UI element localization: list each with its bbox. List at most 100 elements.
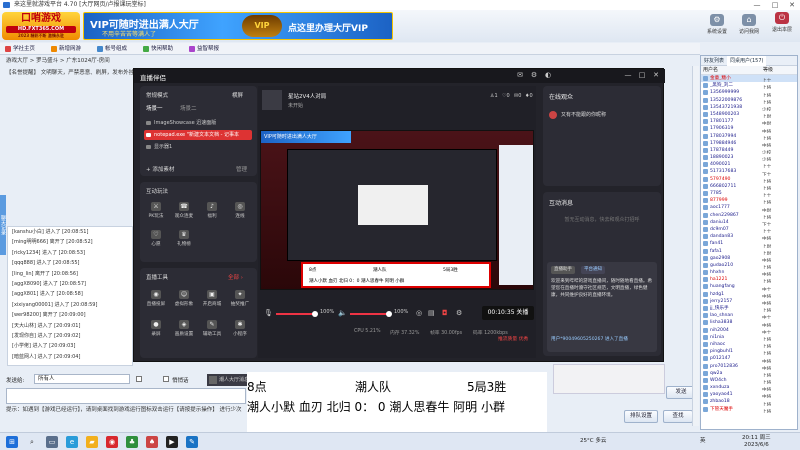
- landscape-toggle[interactable]: 横屏: [232, 91, 243, 99]
- user-row[interactable]: 5797490上将: [701, 176, 797, 183]
- user-row[interactable]: dc9m07上士: [701, 226, 797, 233]
- user-row[interactable]: pingbuhl1上将: [701, 348, 797, 355]
- settings-icon[interactable]: ⚙: [530, 71, 538, 80]
- stream-maximize-button[interactable]: □: [638, 71, 646, 80]
- user-row[interactable]: 179884946中将: [701, 140, 797, 147]
- user-row[interactable]: gao2908中将: [701, 255, 797, 262]
- task-view-icon[interactable]: ▭: [46, 436, 58, 448]
- user-row[interactable]: 7785上士: [701, 190, 797, 197]
- chat-message-input[interactable]: [6, 388, 246, 404]
- user-row[interactable]: 17906319中将: [701, 125, 797, 133]
- user-row[interactable]: hzdg1中将: [701, 291, 797, 298]
- user-row[interactable]: 金童_糖小上士: [701, 75, 797, 83]
- user-row[interactable]: huangfang中士: [701, 283, 797, 291]
- user-row[interactable]: nihaoc上将: [701, 341, 797, 348]
- tab-friends[interactable]: 好友列表: [701, 56, 727, 66]
- avatar-button[interactable]: ☺ 虚拟形象: [172, 290, 196, 312]
- user-row[interactable]: ha1221上将: [701, 276, 797, 283]
- app-icon[interactable]: ◉: [106, 436, 118, 448]
- user-row[interactable]: 1356999999上将: [701, 89, 797, 97]
- chat-checkbox-1[interactable]: [136, 376, 142, 382]
- source-item-display[interactable]: 显示器1: [144, 142, 252, 152]
- pk-button[interactable]: ⚔ PK玩法: [144, 202, 168, 224]
- edge-icon[interactable]: e: [66, 436, 78, 448]
- record-icon[interactable]: ◘: [442, 309, 448, 317]
- close-button[interactable]: ✕: [783, 0, 800, 10]
- search-button[interactable]: 查找: [663, 410, 693, 423]
- user-row[interactable]: 4090021上士: [701, 161, 797, 168]
- stream-preview[interactable]: VIP可随时进出满人大厅 8点 潮人队 5局3胜 潮人小默 血刃 北归 0：0 …: [260, 130, 534, 290]
- visit-site-button[interactable]: ⌂ 访问我网: [734, 14, 764, 40]
- stream-cover[interactable]: [262, 90, 282, 110]
- user-row[interactable]: jerry2157中将: [701, 298, 797, 305]
- vip-ad-banner[interactable]: VIP可随时进出满人大厅 不用辛苦苦等满人了 VIP 点这里办理大厅VIP: [83, 12, 393, 40]
- mail-icon[interactable]: ✉: [516, 71, 524, 80]
- stream-name[interactable]: 星站2V4人对局: [288, 92, 326, 100]
- clock-time[interactable]: 20:11 周三: [742, 435, 771, 442]
- manage-button[interactable]: 管理: [236, 165, 247, 173]
- user-row[interactable]: ni1nia上将: [701, 334, 797, 341]
- mini-program-button[interactable]: ✱ 小程序: [228, 320, 252, 342]
- user-row[interactable]: 18890023少将: [701, 154, 797, 161]
- system-settings-button[interactable]: ⚙ 系统设置: [702, 14, 732, 40]
- stream-minimize-button[interactable]: —: [624, 71, 632, 80]
- ime-indicator[interactable]: 英: [700, 438, 706, 445]
- stream-app-icon[interactable]: ▶: [166, 436, 178, 448]
- menu-help[interactable]: 快闲帮助: [142, 44, 173, 54]
- lottery-button[interactable]: ✦ 抽奖推广: [228, 290, 252, 312]
- quality-button[interactable]: ◈ 画质设置: [172, 320, 196, 342]
- mic-volume-slider[interactable]: [276, 311, 318, 317]
- settings-icon[interactable]: ⚙: [456, 309, 462, 317]
- user-row[interactable]: lao_shnan中士: [701, 312, 797, 319]
- search-icon[interactable]: ⌕: [26, 436, 38, 448]
- scene-tab-1[interactable]: 场景一: [146, 104, 163, 112]
- menu-new-games[interactable]: 新增网游: [50, 44, 81, 54]
- mic-volume-knob[interactable]: [312, 311, 318, 317]
- menu-puzzle[interactable]: 益智帮报: [188, 44, 219, 54]
- user-row[interactable]: gudao210上将: [701, 262, 797, 269]
- lobby-scrollbar[interactable]: [692, 66, 699, 426]
- scene-mode-label[interactable]: 常规模式: [146, 91, 168, 99]
- skin-icon[interactable]: ◐: [544, 71, 552, 80]
- menu-account[interactable]: 帐号组成: [96, 44, 127, 54]
- source-item-image[interactable]: ImageShowcase 迅速面版: [144, 118, 252, 128]
- user-row[interactable]: 下管天魔手上将: [701, 406, 797, 413]
- user-row[interactable]: 666802711上将: [701, 183, 797, 190]
- mic-icon[interactable]: 🎙: [264, 309, 273, 317]
- camera-icon[interactable]: ◎: [416, 309, 422, 317]
- viewer-row[interactable]: 又有不能跟的你昵称: [549, 110, 655, 120]
- user-row[interactable]: jj_快乐手上将: [701, 305, 797, 312]
- record-button[interactable]: ● 录屏: [144, 320, 168, 342]
- notepad-icon[interactable]: ✎: [186, 436, 198, 448]
- minimize-button[interactable]: —: [748, 0, 766, 10]
- game-icon[interactable]: ♠: [146, 436, 158, 448]
- app-icon[interactable]: ♣: [126, 436, 138, 448]
- folder-icon[interactable]: ▰: [86, 436, 98, 448]
- source-item-notepad[interactable]: notepad.exe "新建文本文档 - 记事本: [144, 130, 252, 140]
- user-row[interactable]: pro7012836中将: [701, 363, 797, 370]
- user-row[interactable]: 17878449少校: [701, 147, 797, 154]
- scene-tab-2[interactable]: 场景二: [180, 104, 197, 112]
- shop-button[interactable]: ▣ 开启商城: [200, 290, 224, 312]
- user-row[interactable]: yaoyao41中将: [701, 391, 797, 398]
- layout-icon[interactable]: ▤: [428, 309, 435, 317]
- user-row[interactable]: chen229867上将: [701, 212, 797, 219]
- stream-close-button[interactable]: ✕: [652, 71, 660, 80]
- co-host-button[interactable]: ☎ 观众连麦: [172, 202, 196, 224]
- user-row[interactable]: hhxhn中将: [701, 269, 797, 276]
- user-row[interactable]: daniu14下士: [701, 219, 797, 226]
- user-row[interactable]: p012147中将: [701, 355, 797, 363]
- link-button[interactable]: ◎ 连线: [228, 202, 252, 224]
- user-row[interactable]: 877999上将: [701, 197, 797, 204]
- user-row[interactable]: 13522009876上将: [701, 97, 797, 104]
- screen-cast-button[interactable]: ◉ 直播投屏: [144, 290, 168, 312]
- speaker-volume-knob[interactable]: [386, 311, 392, 317]
- chat-history-tab[interactable]: 聊天记录: [0, 195, 6, 255]
- wish-button[interactable]: ♡ 心愿: [144, 230, 168, 252]
- user-row[interactable]: aoc1777中尉: [701, 204, 797, 212]
- user-row[interactable]: 13543721938少校: [701, 104, 797, 111]
- tools-all-link[interactable]: 全部 ›: [228, 273, 243, 281]
- col-username[interactable]: 用户名: [703, 66, 763, 75]
- avatar[interactable]: [558, 71, 566, 80]
- whisper-checkbox[interactable]: [163, 376, 169, 382]
